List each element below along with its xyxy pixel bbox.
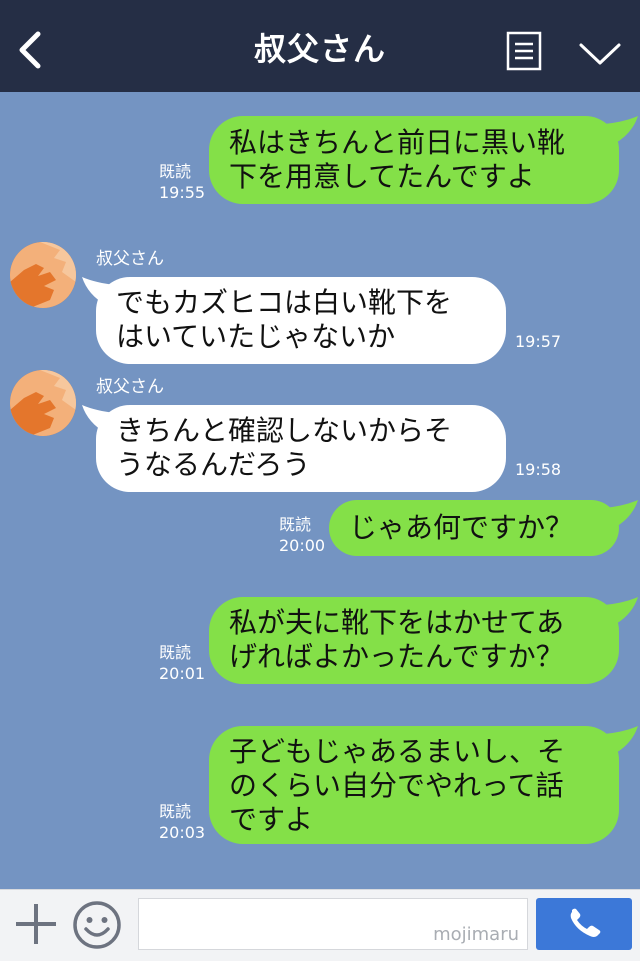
sender-name: 叔父さん xyxy=(96,377,164,397)
message-time: 19:55 xyxy=(159,183,206,202)
message-time: 19:57 xyxy=(515,332,562,351)
message-time: 19:58 xyxy=(515,460,562,479)
bubble-tail xyxy=(604,597,638,625)
bubble-tail xyxy=(604,116,638,144)
message-bubble[interactable]: きちんと確認しないからそ うなるんだろう xyxy=(96,405,506,492)
message-meta: 既読 20:03 xyxy=(159,801,205,843)
bubble-tail xyxy=(604,726,638,754)
phone-icon xyxy=(570,908,601,937)
read-receipt: 既読 xyxy=(159,643,192,662)
message-bubble[interactable]: 子どもじゃあるまいし、そ のくらい自分でやれって話 ですよ xyxy=(209,726,619,844)
message-meta: 既読 20:00 xyxy=(279,514,325,556)
sender-name: 叔父さん xyxy=(96,249,164,269)
read-receipt: 既読 xyxy=(159,802,192,821)
plus-icon[interactable] xyxy=(14,902,58,946)
message-meta: 既読 19:55 xyxy=(159,161,205,203)
watermark: mojimaru xyxy=(433,924,519,945)
read-receipt: 既読 xyxy=(279,515,312,534)
call-button[interactable] xyxy=(536,898,632,950)
chat-header: 叔父さん xyxy=(0,0,640,92)
bubble-tail xyxy=(604,500,638,528)
message-meta: 既読 20:01 xyxy=(159,642,205,684)
avatar[interactable] xyxy=(10,242,76,308)
message-time: 20:03 xyxy=(159,823,206,842)
message-time: 20:01 xyxy=(159,664,206,683)
message-input[interactable]: mojimaru xyxy=(138,898,528,950)
message-bubble[interactable]: じゃあ何ですか？ xyxy=(329,500,619,556)
read-receipt: 既読 xyxy=(159,162,192,181)
message-time: 20:00 xyxy=(279,536,326,555)
input-bar: mojimaru xyxy=(0,889,640,961)
chat-area[interactable]: 既読 19:55 私はきちんと前日に黒い靴 下を用意してたんですよ 叔父さん で… xyxy=(0,92,640,889)
message-bubble[interactable]: 私はきちんと前日に黒い靴 下を用意してたんですよ xyxy=(209,116,619,204)
message-bubble[interactable]: でもカズヒコは白い靴下を はいていたじゃないか xyxy=(96,277,506,364)
chat-title: 叔父さん xyxy=(253,30,386,68)
notes-icon[interactable] xyxy=(506,31,542,71)
chevron-down-icon[interactable] xyxy=(578,40,622,68)
smiley-icon[interactable] xyxy=(72,900,122,950)
avatar[interactable] xyxy=(10,370,76,436)
message-bubble[interactable]: 私が夫に靴下をはかせてあ げればよかったんですか？ xyxy=(209,597,619,684)
